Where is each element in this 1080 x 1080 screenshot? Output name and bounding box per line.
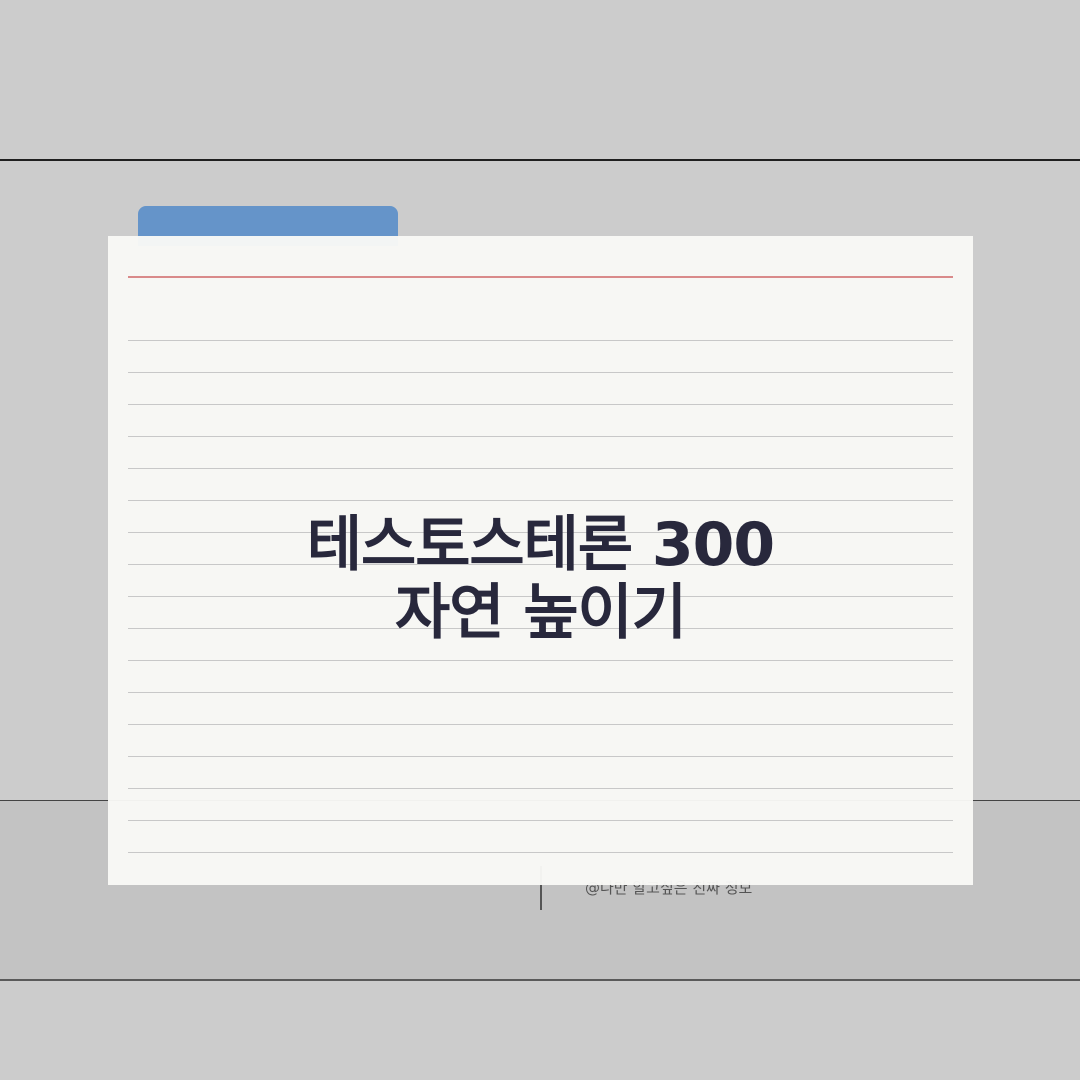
notecard: 테스토스테론 300 자연 높이기 [108,236,973,885]
red-margin-rule [128,276,953,278]
ruled-line [128,788,953,789]
title-line-1: 테스토스테론 300 [306,510,775,580]
ruled-line [128,404,953,405]
title-line-2: 자연 높이기 [395,578,687,648]
ruled-line [128,372,953,373]
page-title: 테스토스테론 300 자연 높이기 [108,511,973,647]
ruled-line [128,820,953,821]
ruled-line [128,852,953,853]
ruled-line [128,436,953,437]
ruled-line [128,660,953,661]
ruled-line [128,756,953,757]
ruled-line [128,724,953,725]
ruled-line [128,340,953,341]
top-divider-line [0,159,1080,161]
ruled-line [128,500,953,501]
ruled-line [128,468,953,469]
ruled-line [128,692,953,693]
